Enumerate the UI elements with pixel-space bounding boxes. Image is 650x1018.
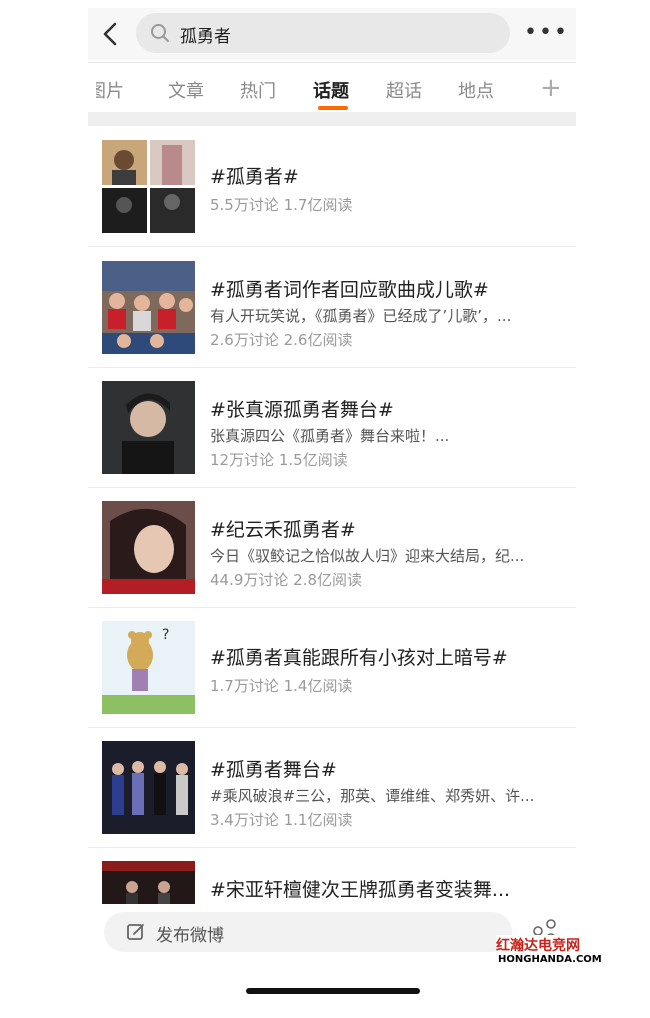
topic-title: #孤勇者# — [210, 166, 299, 188]
topic-stats: 2.6万讨论 2.6亿阅读 — [210, 331, 353, 349]
edit-icon — [126, 922, 146, 942]
tab-topics[interactable]: 话题 — [313, 77, 349, 103]
topic-title: #纪云禾孤勇者# — [210, 519, 356, 541]
svg-text:?: ? — [162, 627, 169, 643]
phone-screen: 孤勇者 ••• 图片 文章 热门 话题 超话 地点 + #孤勇者# 5.5万讨论… — [88, 0, 576, 1018]
topic-description: 今日《驭鲛记之恰似故人归》迎来大结局，纪... — [210, 547, 525, 565]
home-indicator — [246, 988, 420, 994]
watermark-cn: 红瀚达电竞网 — [496, 938, 580, 954]
topic-description: 张真源四公《孤勇者》舞台来啦！... — [210, 427, 450, 445]
list-item[interactable]: #孤勇者词作者回应歌曲成儿歌# 有人开玩笑说，《孤勇者》已经成了’儿歌’，...… — [88, 247, 576, 368]
topic-title: #张真源孤勇者舞台# — [210, 399, 394, 421]
topic-title: #宋亚轩檀健次王牌孤勇者变装舞... — [210, 879, 511, 901]
topic-title: #孤勇者词作者回应歌曲成儿歌# — [210, 279, 489, 301]
search-input[interactable]: 孤勇者 — [136, 13, 510, 53]
watermark: 红瀚达电竞网 HONGHANDA.COM — [496, 935, 602, 967]
tab-articles[interactable]: 文章 — [168, 77, 204, 103]
thumbnail-image — [102, 140, 195, 233]
back-arrow-icon[interactable] — [98, 20, 124, 48]
search-query: 孤勇者 — [180, 27, 231, 47]
tab-super-topics[interactable]: 超话 — [386, 77, 422, 103]
topic-stats: 5.5万讨论 1.7亿阅读 — [210, 196, 353, 214]
list-item[interactable]: #纪云禾孤勇者# 今日《驭鲛记之恰似故人归》迎来大结局，纪... 44.9万讨论… — [88, 487, 576, 608]
thumbnail-image — [102, 741, 195, 834]
tab-images[interactable]: 图片 — [96, 77, 124, 103]
more-icon[interactable]: ••• — [524, 22, 567, 46]
topic-title: #孤勇者真能跟所有小孩对上暗号# — [210, 647, 508, 669]
thumbnail-image — [102, 261, 195, 354]
topic-title: #孤勇者舞台# — [210, 759, 337, 781]
thumbnail-image — [102, 381, 195, 474]
add-tab-icon[interactable]: + — [540, 73, 562, 103]
topic-stats: 3.4万讨论 1.1亿阅读 — [210, 811, 353, 829]
topic-stats: 1.7万讨论 1.4亿阅读 — [210, 677, 353, 695]
tab-hot[interactable]: 热门 — [240, 77, 276, 103]
compose-label: 发布微博 — [156, 926, 224, 946]
thumbnail-image — [102, 501, 195, 594]
list-item[interactable]: #孤勇者舞台# #乘风破浪#三公，那英、谭维维、郑秀妍、许... 3.4万讨论 … — [88, 727, 576, 848]
tab-bar: 图片 文章 热门 话题 超话 地点 + — [88, 62, 576, 113]
tab-places[interactable]: 地点 — [458, 77, 494, 103]
topic-stats: 12万讨论 1.5亿阅读 — [210, 451, 348, 469]
topic-stats: 44.9万讨论 2.8亿阅读 — [210, 571, 363, 589]
active-tab-indicator — [318, 106, 348, 110]
list-item[interactable]: ? #孤勇者真能跟所有小孩对上暗号# 1.7万讨论 1.4亿阅读 — [88, 607, 576, 728]
topic-description: #乘风破浪#三公，那英、谭维维、郑秀妍、许... — [210, 787, 535, 805]
compose-weibo-button[interactable]: 发布微博 — [104, 912, 512, 952]
list-item[interactable]: #张真源孤勇者舞台# 张真源四公《孤勇者》舞台来啦！... 12万讨论 1.5亿… — [88, 367, 576, 488]
search-icon — [150, 23, 170, 43]
thumbnail-image: ? — [102, 621, 195, 714]
watermark-en: HONGHANDA.COM — [498, 954, 602, 965]
topic-description: 有人开玩笑说，《孤勇者》已经成了’儿歌’，... — [210, 307, 512, 325]
section-divider — [88, 112, 576, 126]
search-header: 孤勇者 ••• — [88, 8, 576, 60]
list-item[interactable]: #孤勇者# 5.5万讨论 1.7亿阅读 — [88, 126, 576, 247]
